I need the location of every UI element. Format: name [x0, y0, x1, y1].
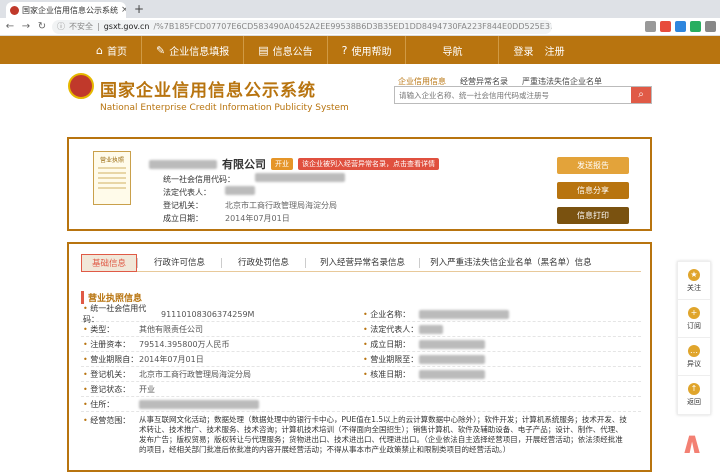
nav-report[interactable]: ✎ 企业信息填报: [142, 36, 245, 64]
national-emblem-logo: [68, 73, 94, 99]
business-scope: 从事互联网文化活动；数据处理（数据处理中的银行卡中心，PUE值在1.5以上的云计…: [139, 415, 627, 454]
browser-tab[interactable]: 国家企业信用信息公示系统 ×: [6, 2, 126, 18]
url-path: /%7B185FCD07707E6CD583490A0452A2EE99538B…: [153, 22, 552, 31]
edit-icon: ✎: [155, 43, 166, 57]
watermark-logo: ∧: [679, 426, 705, 461]
nav-guide[interactable]: 导航: [406, 36, 500, 64]
status-badge: 开业: [271, 158, 293, 170]
print-button[interactable]: 信息打印: [557, 207, 629, 224]
abnormal-alert-badge[interactable]: 该企业被列入经营异常名录，点击查看详情: [298, 158, 439, 170]
back-to-top-button[interactable]: ↑ 返回: [678, 376, 710, 414]
nav-home[interactable]: ⌂ 首页: [0, 36, 142, 64]
nav-help[interactable]: ? 使用帮助: [328, 36, 407, 64]
notice-icon: ▤: [258, 43, 269, 57]
comment-icon: …: [688, 344, 700, 357]
star-icon[interactable]: [645, 21, 656, 32]
browser-tab-bar: 国家企业信用信息公示系统 × +: [0, 0, 720, 18]
nav-notice[interactable]: ▤ 信息公告: [244, 36, 328, 64]
license-info-grid: 统一社会信用代码：91110108306374259M企业名称： 类型：其他有限…: [81, 304, 641, 455]
arrow-up-icon: ↑: [688, 383, 700, 395]
menu-icon[interactable]: [705, 21, 716, 32]
favicon-icon: [10, 5, 19, 15]
extension-icon[interactable]: [660, 21, 671, 32]
send-report-button[interactable]: 发送报告: [557, 157, 629, 174]
objection-button[interactable]: … 异议: [678, 338, 710, 376]
reload-icon[interactable]: ↻: [36, 21, 48, 32]
back-icon[interactable]: ←: [4, 21, 16, 32]
nav-login[interactable]: 登录 注册: [499, 36, 578, 64]
company-name: 有限公司 开业 该企业被列入经营异常名录，点击查看详情: [149, 156, 439, 172]
forward-icon[interactable]: →: [20, 21, 32, 32]
floating-toolbar: ★ 关注 + 订阅 … 异议 ↑ 返回: [677, 261, 711, 415]
tab-blacklist[interactable]: 列入严重违法失信企业名单（黑名单）信息: [420, 254, 602, 272]
follow-button[interactable]: ★ 关注: [678, 262, 710, 300]
search-box: ⌕: [394, 86, 652, 104]
subscribe-button[interactable]: + 订阅: [678, 300, 710, 338]
address-bar: ← → ↻ ⓘ 不安全 | gsxt.gov.cn/%7B185FCD07707…: [0, 18, 720, 36]
extension-icon[interactable]: [690, 21, 701, 32]
search-icon[interactable]: ⌕: [631, 87, 651, 103]
tab-penalty[interactable]: 行政处罚信息: [222, 254, 305, 272]
detail-tabs: 基础信息 行政许可信息 行政处罚信息 列入经营异常名录信息 列入严重违法失信企业…: [81, 253, 641, 272]
tab-abnormal[interactable]: 列入经营异常名录信息: [306, 254, 419, 272]
company-brief: 统一社会信用代码： 法定代表人： 登记机关： 北京市工商行政管理局海淀分局 成立日…: [163, 173, 345, 225]
new-tab-button[interactable]: +: [134, 2, 144, 16]
license-thumbnail[interactable]: 营业执照: [93, 151, 131, 205]
site-logo[interactable]: 国家企业信用信息公示系统 National Enterprise Credit …: [100, 76, 349, 113]
search-input[interactable]: [395, 87, 631, 103]
url-field[interactable]: ⓘ 不安全 | gsxt.gov.cn/%7B185FCD07707E6CD58…: [52, 19, 552, 34]
company-summary-card: 营业执照 有限公司 开业 该企业被列入经营异常名录，点击查看详情 统一社会信用代…: [67, 137, 652, 231]
tab-license[interactable]: 行政许可信息: [138, 254, 221, 272]
security-label: 不安全: [69, 22, 93, 31]
help-icon: ?: [341, 43, 348, 57]
star-icon: ★: [688, 268, 700, 281]
warning-icon: ⓘ: [57, 22, 65, 31]
extension-icon[interactable]: [675, 21, 686, 32]
main-nav: ⌂ 首页 ✎ 企业信息填报 ▤ 信息公告 ? 使用帮助 导航 登录 注册: [0, 36, 720, 64]
close-tab-icon[interactable]: ×: [121, 5, 126, 15]
nav-register[interactable]: 注册: [545, 43, 565, 58]
home-icon: ⌂: [96, 43, 103, 57]
url-domain: gsxt.gov.cn: [103, 22, 150, 31]
tab-basic-info[interactable]: 基础信息: [81, 253, 138, 272]
detail-panel: 基础信息 行政许可信息 行政处罚信息 列入经营异常名录信息 列入严重违法失信企业…: [67, 242, 652, 472]
plus-icon: +: [688, 306, 700, 319]
share-button[interactable]: 信息分享: [557, 182, 629, 199]
tab-title: 国家企业信用信息公示系统: [22, 5, 118, 15]
